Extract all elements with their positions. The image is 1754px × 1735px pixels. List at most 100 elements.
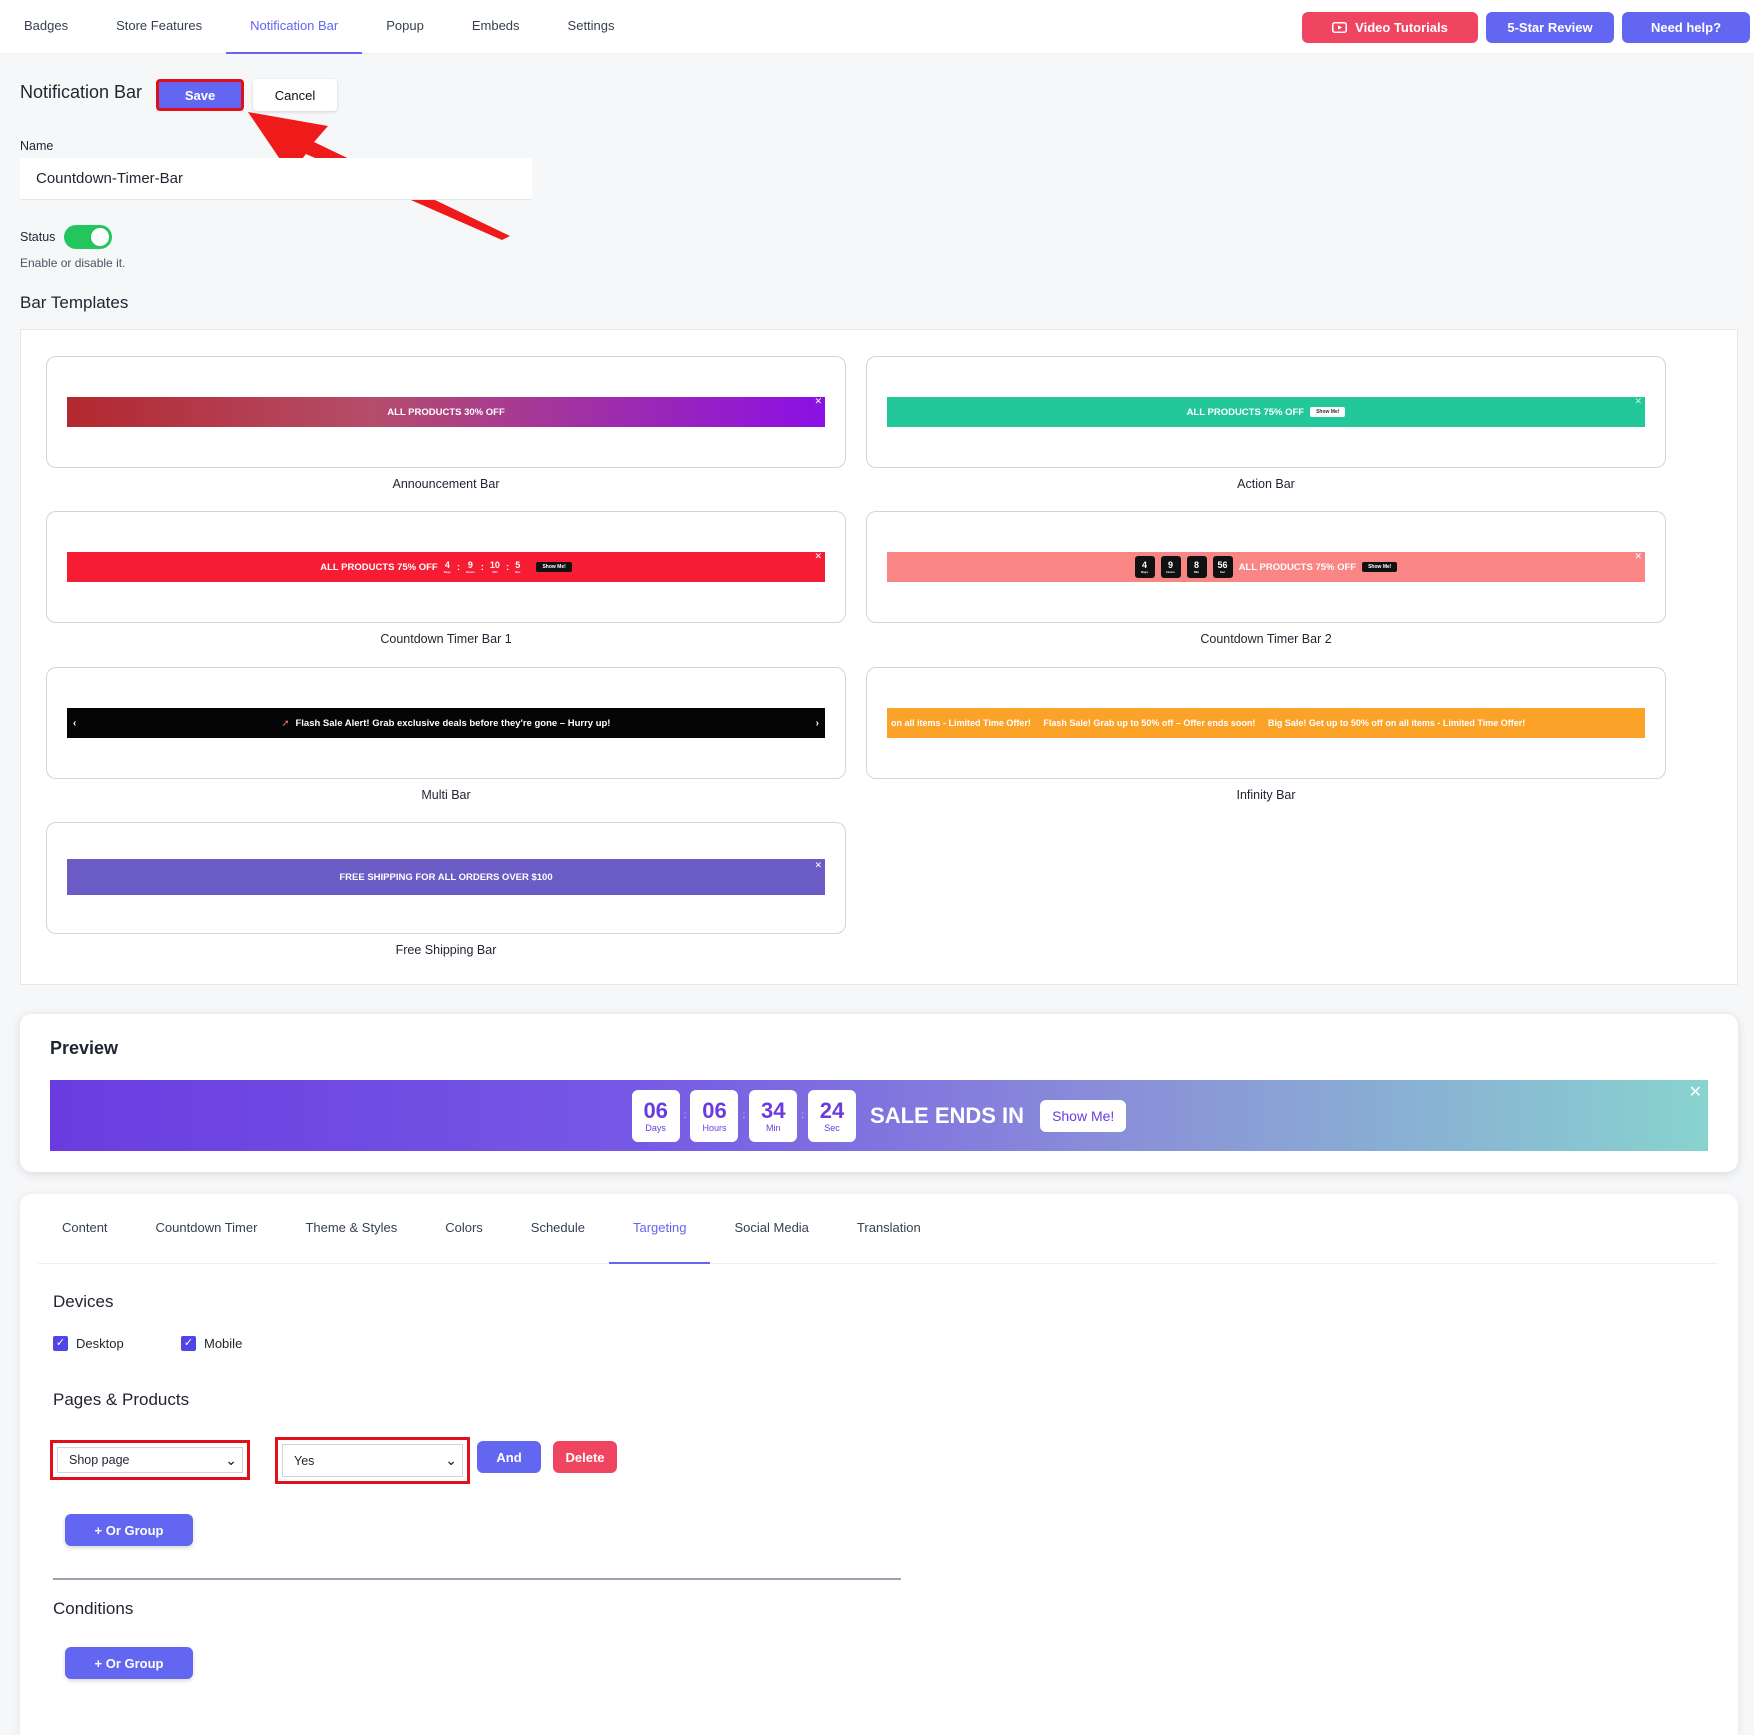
template-countdown-timer-bar-1[interactable]: ALL PRODUCTS 75% OFF 4 Days: 9 Hours: 10 Mi… xyxy=(46,511,846,623)
countdown-bar-2-sample: 4 Days 9 Hours 8 Min 56 Sec ALL PRODUCTS 75%… xyxy=(887,552,1645,582)
template-free-shipping-bar[interactable]: FREE SHIPPING FOR ALL ORDERS OVER $100 ✕ xyxy=(46,822,846,934)
condition-value: Yes xyxy=(294,1453,315,1468)
status-hint: Enable or disable it. xyxy=(20,256,126,270)
devices-title: Devices xyxy=(53,1292,114,1311)
preview-count-hours: 06 Hours xyxy=(690,1089,739,1142)
countdown-bar-1-sample: ALL PRODUCTS 75% OFF 4 Days: 9 Hours: 10 Mi… xyxy=(67,552,825,582)
bar-text: ALL PRODUCTS 75% OFF xyxy=(1238,561,1357,573)
bar-templates-title: Bar Templates xyxy=(20,293,129,312)
cancel-button[interactable]: Cancel xyxy=(253,79,337,111)
count-sec: 56 Sec xyxy=(1212,556,1233,578)
preview-title: Preview xyxy=(50,1038,119,1058)
infinity-bar-sample: on all items - Limited Time Offer! Flash… xyxy=(887,708,1645,738)
count-hours: 9 Hours xyxy=(466,559,475,574)
tab-store-features[interactable]: Store Features xyxy=(92,0,226,54)
condition-value-select[interactable]: Yes ⌄ xyxy=(275,1437,470,1484)
free-shipping-bar-sample: FREE SHIPPING FOR ALL ORDERS OVER $100 ✕ xyxy=(67,859,825,895)
template-name: Action Bar xyxy=(1237,477,1295,491)
template-action-bar[interactable]: ALL PRODUCTS 75% OFF Show Me! ✕ xyxy=(866,356,1666,468)
tab-content[interactable]: Content xyxy=(38,1194,132,1264)
rocket-icon: ➚ xyxy=(281,717,290,729)
page-type-value: Shop page xyxy=(69,1453,130,1467)
and-button[interactable]: And xyxy=(477,1441,541,1473)
or-group-button[interactable]: + Or Group xyxy=(65,1514,193,1546)
tab-social-media[interactable]: Social Media xyxy=(710,1194,832,1264)
page-title: Notification Bar xyxy=(20,82,143,102)
preview-card: Preview 06 Days : 06 Hours : 34 Min : 24 Sec… xyxy=(20,1014,1738,1172)
mobile-checkbox[interactable]: ✓ Mobile xyxy=(181,1336,242,1351)
bar-text: FREE SHIPPING FOR ALL ORDERS OVER $100 xyxy=(339,871,553,883)
close-icon: ✕ xyxy=(814,397,822,406)
bar-text: ALL PRODUCTS 75% OFF xyxy=(320,561,438,573)
preview-count-min: 34 Min xyxy=(749,1089,798,1142)
close-icon: ✕ xyxy=(1634,552,1642,561)
toggle-knob xyxy=(91,228,109,246)
close-icon: ✕ xyxy=(1634,397,1642,406)
video-tutorials-label: Video Tutorials xyxy=(1355,20,1448,35)
template-name: Countdown Timer Bar 2 xyxy=(1200,632,1332,646)
status-label: Status xyxy=(20,230,56,244)
count-sec: 5 Sec xyxy=(515,559,521,574)
tab-targeting[interactable]: Targeting xyxy=(609,1194,711,1264)
settings-tabs: Content Countdown Timer Theme & Styles C… xyxy=(38,1194,1718,1264)
preview-show-me-button[interactable]: Show Me! xyxy=(1040,1099,1127,1132)
video-icon xyxy=(1332,22,1348,33)
save-button[interactable]: Save xyxy=(156,79,244,111)
tab-translation[interactable]: Translation xyxy=(833,1194,945,1264)
multi-bar-sample: ‹ ➚ Flash Sale Alert! Grab exclusive dea… xyxy=(67,708,825,738)
delete-button[interactable]: Delete xyxy=(553,1441,617,1473)
name-label: Name xyxy=(20,139,54,153)
bar-text: on all items - Limited Time Offer! Flash… xyxy=(891,718,1526,728)
chevron-left-icon: ‹ xyxy=(73,717,77,729)
template-name: Infinity Bar xyxy=(1236,788,1296,802)
count-days: 4 Days xyxy=(443,559,451,574)
chevron-down-icon: ⌄ xyxy=(445,1452,457,1468)
count-min: 8 Min xyxy=(1186,556,1207,578)
tab-embeds[interactable]: Embeds xyxy=(448,0,544,54)
checkmark-icon: ✓ xyxy=(181,1336,196,1351)
tab-settings[interactable]: Settings xyxy=(544,0,639,54)
pages-products-title: Pages & Products xyxy=(53,1390,190,1409)
action-bar-sample: ALL PRODUCTS 75% OFF Show Me! ✕ xyxy=(887,397,1645,427)
close-icon: ✕ xyxy=(814,552,822,561)
close-icon[interactable]: ✕ xyxy=(1689,1082,1702,1102)
tab-colors[interactable]: Colors xyxy=(421,1194,507,1264)
count-days: 4 Days xyxy=(1134,556,1155,578)
colon-separator: : xyxy=(801,1110,805,1121)
five-star-review-button[interactable]: 5-Star Review xyxy=(1486,12,1614,43)
show-me-button: Show Me! xyxy=(1362,562,1398,572)
status-toggle[interactable] xyxy=(64,225,112,249)
mobile-label: Mobile xyxy=(204,1336,243,1351)
count-hours: 9 Hours xyxy=(1160,556,1181,578)
top-navigation: Badges Store Features Notification Bar P… xyxy=(0,0,1754,54)
template-countdown-timer-bar-2[interactable]: 4 Days 9 Hours 8 Min 56 Sec ALL PRODUCTS 75%… xyxy=(866,511,1666,623)
close-icon: ✕ xyxy=(814,860,822,870)
conditions-or-group-button[interactable]: + Or Group xyxy=(65,1647,193,1679)
tab-notification-bar[interactable]: Notification Bar xyxy=(226,0,363,54)
preview-count-sec: 24 Sec xyxy=(808,1089,857,1142)
template-name: Countdown Timer Bar 1 xyxy=(380,632,512,646)
tab-badges[interactable]: Badges xyxy=(0,0,92,54)
tab-theme-styles[interactable]: Theme & Styles xyxy=(281,1194,421,1264)
desktop-checkbox[interactable]: ✓ Desktop xyxy=(53,1336,124,1351)
tab-schedule[interactable]: Schedule xyxy=(507,1194,609,1264)
show-me-button: Show Me! xyxy=(1310,407,1346,417)
divider xyxy=(53,1578,901,1580)
need-help-button[interactable]: Need help? xyxy=(1622,12,1750,43)
bar-text: Flash Sale Alert! Grab exclusive deals b… xyxy=(295,717,611,729)
name-input[interactable] xyxy=(20,158,532,200)
tab-countdown-timer[interactable]: Countdown Timer xyxy=(132,1194,282,1264)
tab-popup[interactable]: Popup xyxy=(362,0,448,54)
template-infinity-bar[interactable]: on all items - Limited Time Offer! Flash… xyxy=(866,667,1666,779)
desktop-label: Desktop xyxy=(76,1336,124,1351)
template-announcement-bar[interactable]: ALL PRODUCTS 30% OFF ✕ xyxy=(46,356,846,468)
main-tabs: Badges Store Features Notification Bar P… xyxy=(0,0,639,54)
checkmark-icon: ✓ xyxy=(53,1336,68,1351)
templates-panel: ALL PRODUCTS 30% OFF ✕ Announcement Bar … xyxy=(20,329,1738,985)
preview-sale-text: SALE ENDS IN xyxy=(870,1102,1025,1128)
template-multi-bar[interactable]: ‹ ➚ Flash Sale Alert! Grab exclusive dea… xyxy=(46,667,846,779)
bar-text: ALL PRODUCTS 75% OFF xyxy=(1186,406,1305,418)
template-name: Free Shipping Bar xyxy=(395,943,497,957)
video-tutorials-button[interactable]: Video Tutorials xyxy=(1302,12,1478,43)
page-type-select[interactable]: Shop page ⌄ xyxy=(50,1440,250,1480)
